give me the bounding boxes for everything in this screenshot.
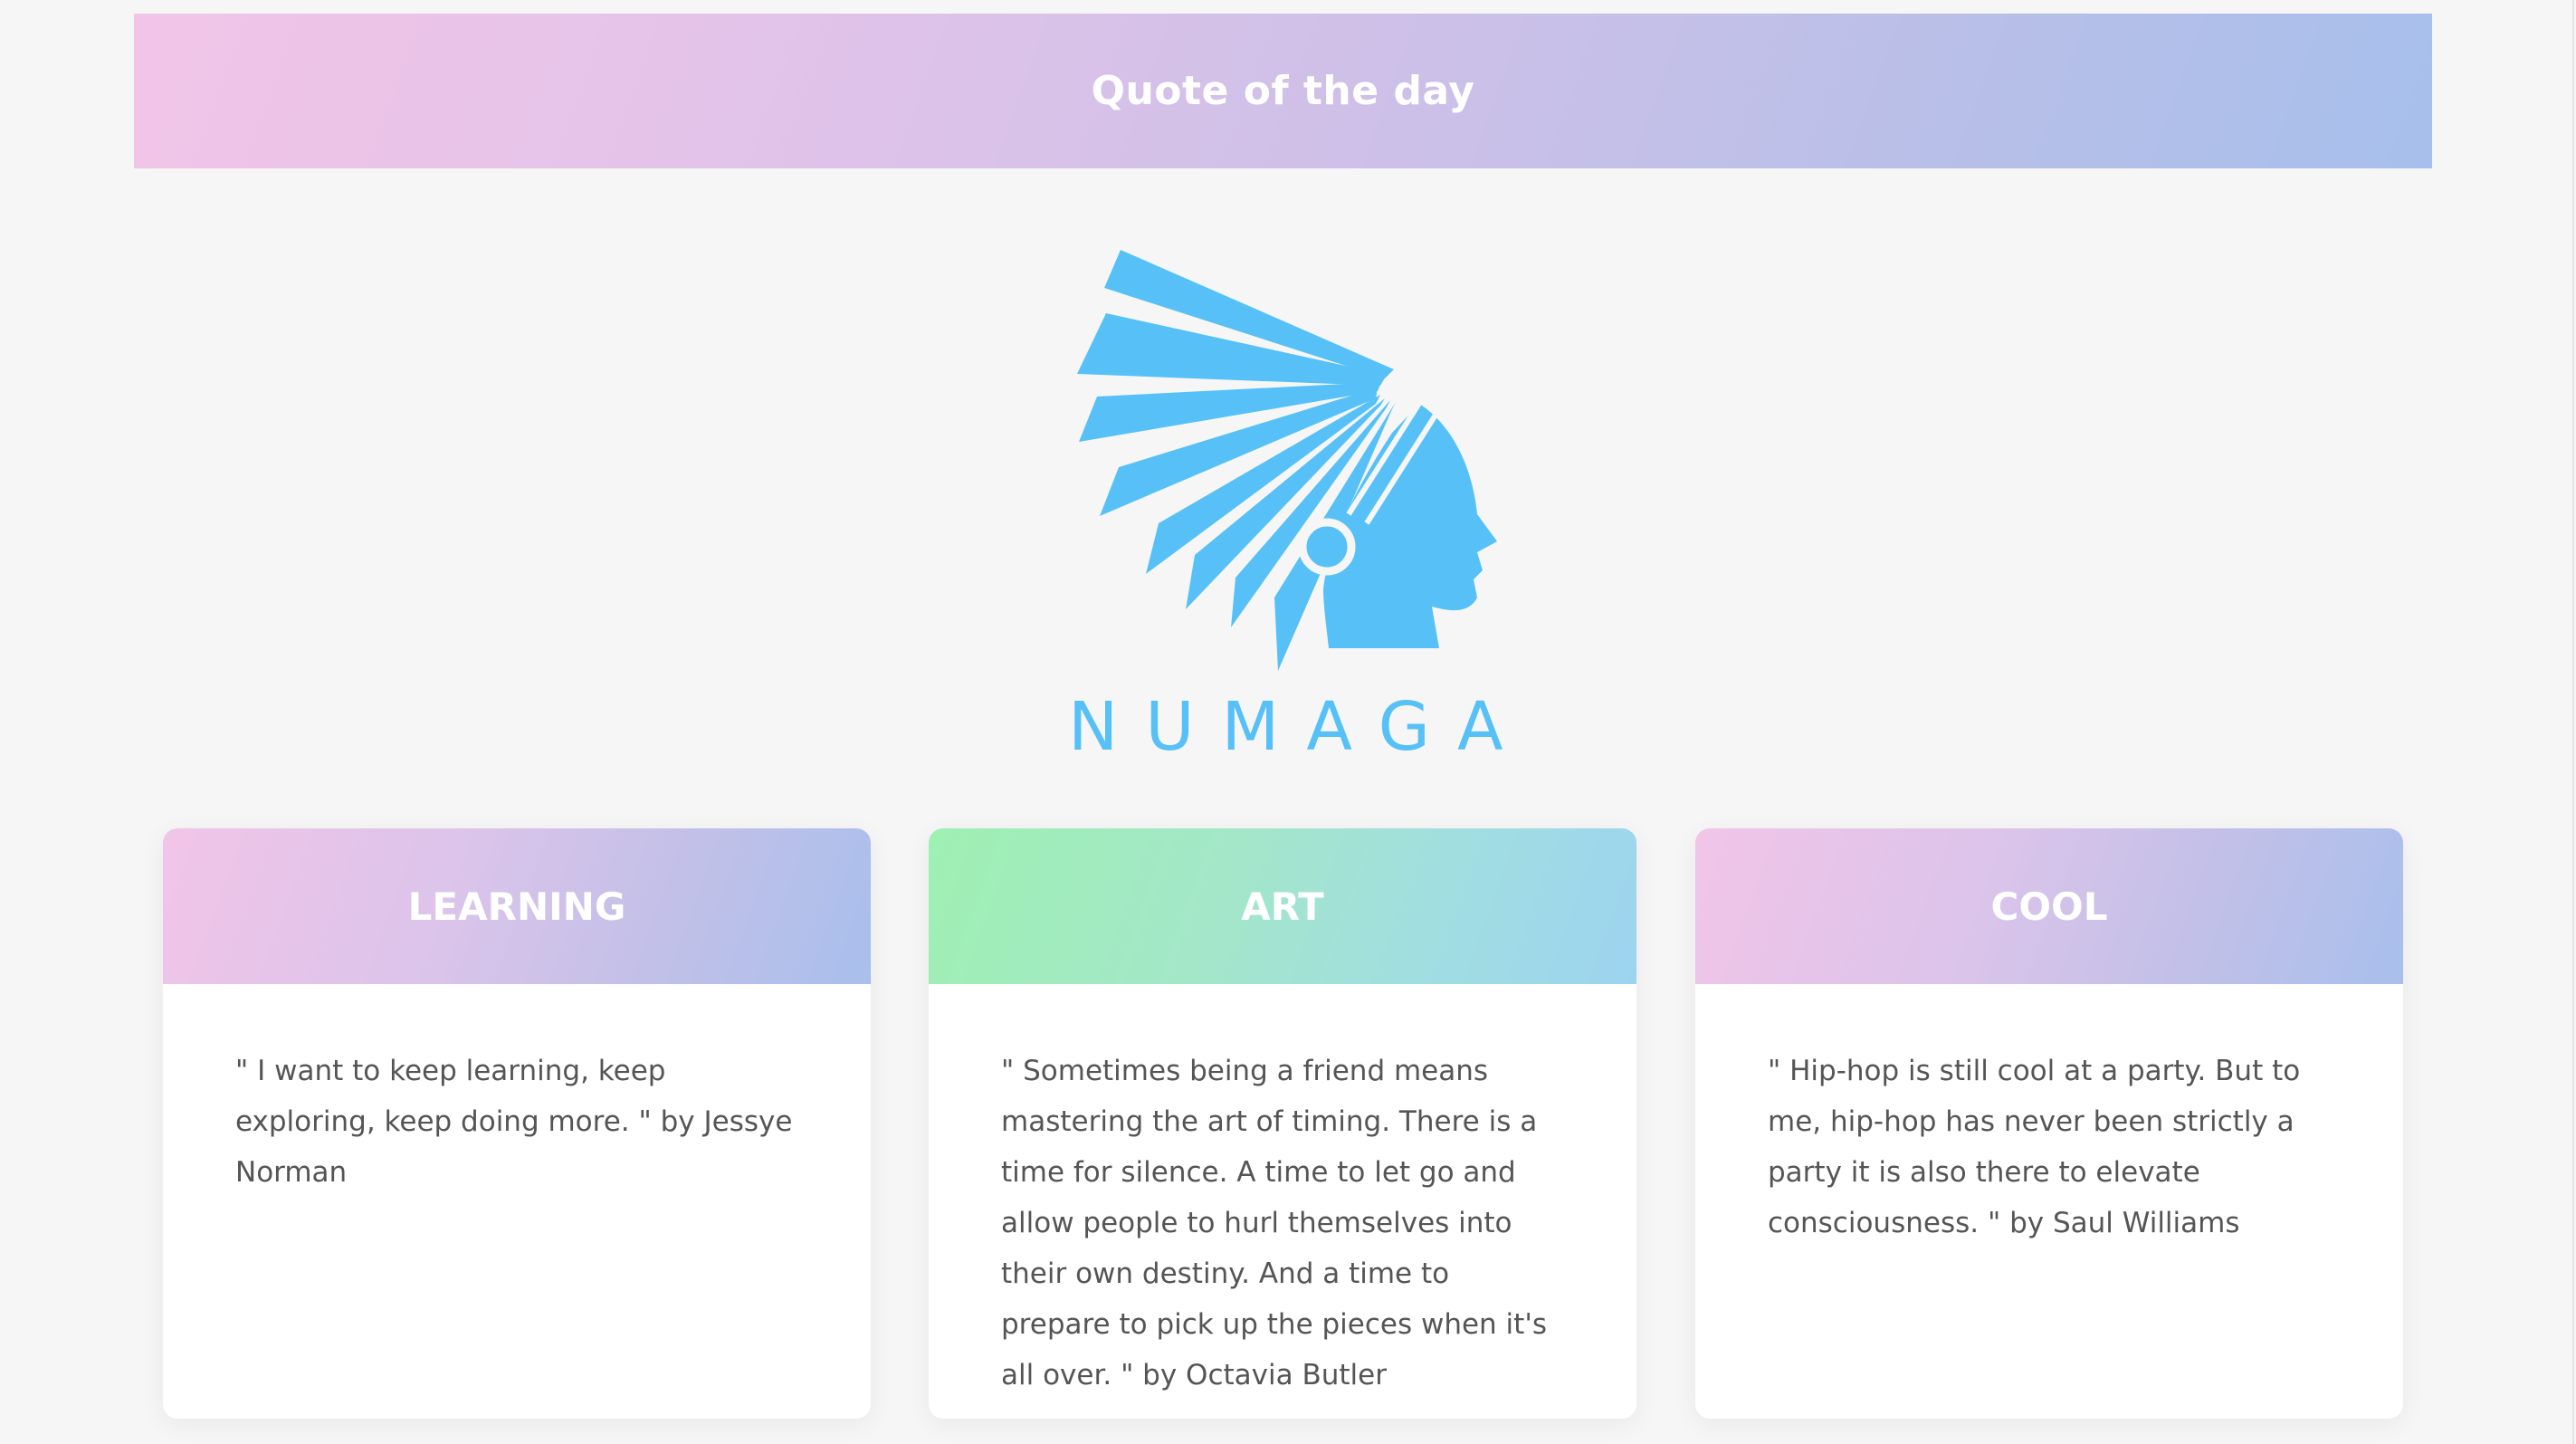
quote-card-learning: LEARNING " I want to keep learning, keep… [163, 828, 871, 1419]
header-banner: Quote of the day [134, 14, 2432, 168]
card-quote: " Hip-hop is still cool at a party. But … [1768, 1055, 2301, 1239]
card-header: COOL [1695, 828, 2403, 984]
card-quote: " Sometimes being a friend means masteri… [1001, 1055, 1548, 1391]
numaga-logo-icon [1077, 250, 1497, 671]
card-title: ART [1241, 884, 1324, 929]
card-quote: " I want to keep learning, keep explorin… [235, 1055, 793, 1189]
card-header: LEARNING [163, 828, 871, 984]
page-title: Quote of the day [1091, 68, 1475, 114]
quote-card-art: ART " Sometimes being a friend means mas… [929, 828, 1636, 1419]
card-header: ART [929, 828, 1636, 984]
logo-wordmark: NUMAGA [1068, 688, 1531, 766]
card-title: COOL [1990, 884, 2108, 929]
head-profile [1323, 404, 1497, 648]
quote-card-cool: COOL " Hip-hop is still cool at a party.… [1695, 828, 2403, 1419]
card-title: LEARNING [407, 884, 626, 929]
scrollbar-edge [2572, 0, 2574, 1444]
